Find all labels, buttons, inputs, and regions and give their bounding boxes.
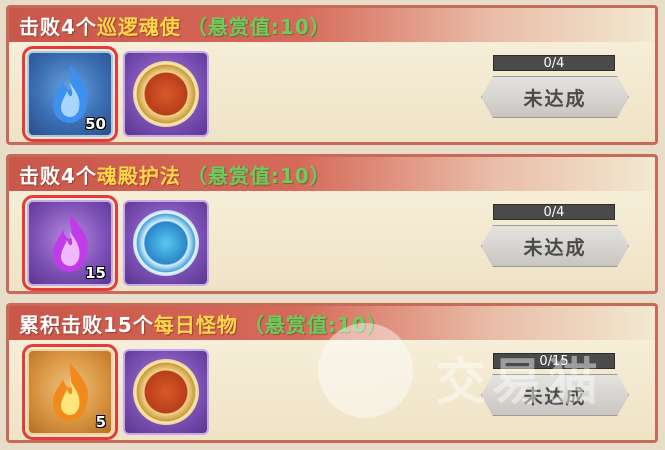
status-button[interactable]: 未达成: [481, 225, 629, 267]
reward-item-slot[interactable]: 5: [22, 344, 118, 440]
quest-card: 击败4个 巡逻魂使 （悬赏值:10） 50 0/4 未达成: [6, 5, 658, 145]
quest-title: 累积击败15个: [19, 312, 154, 337]
item-quantity: 5: [95, 413, 106, 431]
reward-item-slot[interactable]: [123, 51, 209, 137]
quest-title: 击败4个: [19, 14, 97, 39]
progress-bar: 0/4: [493, 204, 615, 220]
progress-text: 0/15: [539, 353, 569, 369]
gold-emblem-icon: [133, 359, 199, 425]
quest-header: 击败4个 魂殿护法 （悬赏值:10）: [9, 157, 655, 191]
quest-reward: （悬赏值:10）: [186, 163, 331, 188]
quest-header: 累积击败15个 每日怪物 （悬赏值:10）: [9, 306, 655, 340]
status-button-label: 未达成: [523, 385, 587, 408]
progress-bar: 0/4: [493, 55, 615, 71]
quest-reward: （悬赏值:10）: [186, 14, 331, 39]
quest-reward: （悬赏值:10）: [243, 312, 388, 337]
blue-emblem-icon: [133, 210, 199, 276]
status-button[interactable]: 未达成: [481, 76, 629, 118]
quest-title: 击败4个: [19, 163, 97, 188]
quest-target: 每日怪物: [153, 312, 238, 337]
status-button-label: 未达成: [523, 87, 587, 110]
reward-item-slot[interactable]: 15: [22, 195, 118, 291]
progress-bar: 0/15: [493, 353, 615, 369]
item-quantity: 50: [85, 115, 106, 133]
quest-body: 5 0/15 未达成: [9, 340, 655, 440]
reward-item-slot[interactable]: [123, 349, 209, 435]
quest-target: 巡逻魂使: [96, 14, 181, 39]
reward-item-slot[interactable]: [123, 200, 209, 286]
quest-card: 击败4个 魂殿护法 （悬赏值:10） 15 0/4 未达成: [6, 154, 658, 294]
progress-text: 0/4: [543, 55, 565, 71]
gold-emblem-icon: [133, 61, 199, 127]
quest-target: 魂殿护法: [96, 163, 181, 188]
item-quantity: 15: [85, 264, 106, 282]
progress-text: 0/4: [543, 204, 565, 220]
reward-item-slot[interactable]: 50: [22, 46, 118, 142]
quest-body: 50 0/4 未达成: [9, 42, 655, 142]
quest-header: 击败4个 巡逻魂使 （悬赏值:10）: [9, 8, 655, 42]
quest-card: 累积击败15个 每日怪物 （悬赏值:10） 5 0/15 未达成: [6, 303, 658, 443]
status-button-label: 未达成: [523, 236, 587, 259]
quest-body: 15 0/4 未达成: [9, 191, 655, 291]
status-button[interactable]: 未达成: [481, 374, 629, 416]
